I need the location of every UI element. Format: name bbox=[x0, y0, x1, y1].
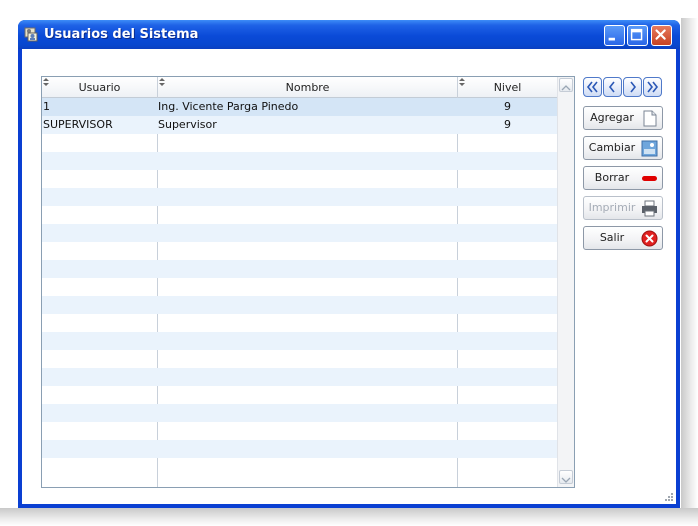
empty-row[interactable] bbox=[42, 386, 557, 404]
empty-row[interactable] bbox=[42, 224, 557, 242]
sort-icon bbox=[43, 78, 49, 86]
users-grid[interactable]: Usuario Nombre Nivel 1 Ing. Vicente Parga… bbox=[41, 76, 575, 488]
record-navigation bbox=[583, 77, 663, 99]
empty-row[interactable] bbox=[42, 170, 557, 188]
table-row[interactable]: SUPERVISOR Supervisor 9 bbox=[42, 116, 557, 134]
dialog-frame: Usuarios del Sistema Usuario Nombre Nive… bbox=[18, 20, 680, 508]
first-record-icon bbox=[586, 81, 598, 93]
imprimir-label: Imprimir bbox=[588, 201, 636, 214]
empty-row[interactable] bbox=[42, 368, 557, 386]
previous-record-button[interactable] bbox=[603, 77, 622, 97]
empty-row[interactable] bbox=[42, 242, 557, 260]
cell-nivel: 9 bbox=[504, 100, 511, 113]
window-shadow-right bbox=[681, 18, 698, 526]
new-document-icon bbox=[643, 110, 657, 127]
previous-record-icon bbox=[608, 81, 615, 93]
cell-nombre: Supervisor bbox=[158, 118, 217, 131]
agregar-button[interactable]: Agregar bbox=[583, 106, 663, 130]
cell-usuario: 1 bbox=[43, 100, 50, 113]
empty-row[interactable] bbox=[42, 134, 557, 152]
empty-row[interactable] bbox=[42, 296, 557, 314]
cell-usuario: SUPERVISOR bbox=[43, 118, 113, 131]
close-button[interactable] bbox=[651, 25, 672, 46]
application-window: Usuarios del Sistema Usuario Nombre Nive… bbox=[0, 0, 698, 526]
empty-row[interactable] bbox=[42, 188, 557, 206]
chevron-up-icon bbox=[561, 85, 571, 91]
empty-row[interactable] bbox=[42, 458, 557, 476]
app-icon bbox=[24, 27, 38, 42]
close-icon bbox=[655, 29, 666, 40]
empty-row[interactable] bbox=[42, 278, 557, 296]
close-circle-icon bbox=[641, 230, 658, 247]
minus-bar-icon bbox=[642, 176, 657, 181]
next-record-icon bbox=[630, 81, 637, 93]
first-record-button[interactable] bbox=[583, 77, 602, 97]
empty-row[interactable] bbox=[42, 314, 557, 332]
column-header-nombre[interactable]: Nombre bbox=[158, 77, 458, 97]
resize-grip-icon[interactable] bbox=[664, 492, 674, 502]
column-label: Nivel bbox=[493, 81, 522, 94]
grid-body: 1 Ing. Vicente Parga Pinedo 9 SUPERVISOR Sup… bbox=[42, 98, 557, 476]
scroll-up-button[interactable] bbox=[559, 78, 573, 92]
vertical-scrollbar[interactable] bbox=[557, 77, 574, 487]
cell-nivel: 9 bbox=[504, 118, 511, 131]
empty-row[interactable] bbox=[42, 422, 557, 440]
window-title: Usuarios del Sistema bbox=[44, 27, 199, 42]
imprimir-button[interactable]: Imprimir bbox=[583, 196, 663, 220]
borrar-button[interactable]: Borrar bbox=[583, 166, 663, 190]
cambiar-button[interactable]: Cambiar bbox=[583, 136, 663, 160]
table-row[interactable]: 1 Ing. Vicente Parga Pinedo 9 bbox=[42, 98, 557, 116]
scroll-down-button[interactable] bbox=[559, 470, 573, 484]
agregar-label: Agregar bbox=[590, 111, 634, 124]
minimize-button[interactable] bbox=[604, 25, 625, 46]
maximize-button[interactable] bbox=[627, 25, 648, 46]
column-header-nivel[interactable]: Nivel bbox=[458, 77, 557, 97]
minimize-icon bbox=[608, 37, 615, 41]
empty-row[interactable] bbox=[42, 260, 557, 278]
window-shadow-bottom bbox=[0, 508, 698, 526]
empty-row[interactable] bbox=[42, 332, 557, 350]
column-label: Usuario bbox=[78, 81, 121, 94]
empty-row[interactable] bbox=[42, 206, 557, 224]
empty-row[interactable] bbox=[42, 440, 557, 458]
last-record-icon bbox=[647, 81, 659, 93]
cambiar-label: Cambiar bbox=[588, 141, 636, 154]
printer-icon bbox=[642, 200, 657, 217]
empty-row[interactable] bbox=[42, 404, 557, 422]
sort-icon bbox=[159, 78, 165, 86]
chevron-down-icon bbox=[561, 477, 571, 483]
grid-header: Usuario Nombre Nivel bbox=[42, 77, 557, 98]
empty-row[interactable] bbox=[42, 152, 557, 170]
last-record-button[interactable] bbox=[643, 77, 662, 97]
edit-image-icon bbox=[641, 140, 658, 157]
salir-label: Salir bbox=[599, 231, 625, 244]
cell-nombre: Ing. Vicente Parga Pinedo bbox=[158, 100, 299, 113]
next-record-button[interactable] bbox=[623, 77, 642, 97]
column-header-usuario[interactable]: Usuario bbox=[42, 77, 158, 97]
sort-icon bbox=[459, 78, 465, 86]
column-label: Nombre bbox=[285, 81, 330, 94]
salir-button[interactable]: Salir bbox=[583, 226, 663, 250]
dialog-client-area: Usuario Nombre Nivel 1 Ing. Vicente Parga… bbox=[22, 49, 676, 504]
empty-row[interactable] bbox=[42, 350, 557, 368]
title-bar[interactable]: Usuarios del Sistema bbox=[18, 20, 680, 49]
maximize-icon bbox=[630, 28, 643, 41]
borrar-label: Borrar bbox=[594, 171, 630, 184]
